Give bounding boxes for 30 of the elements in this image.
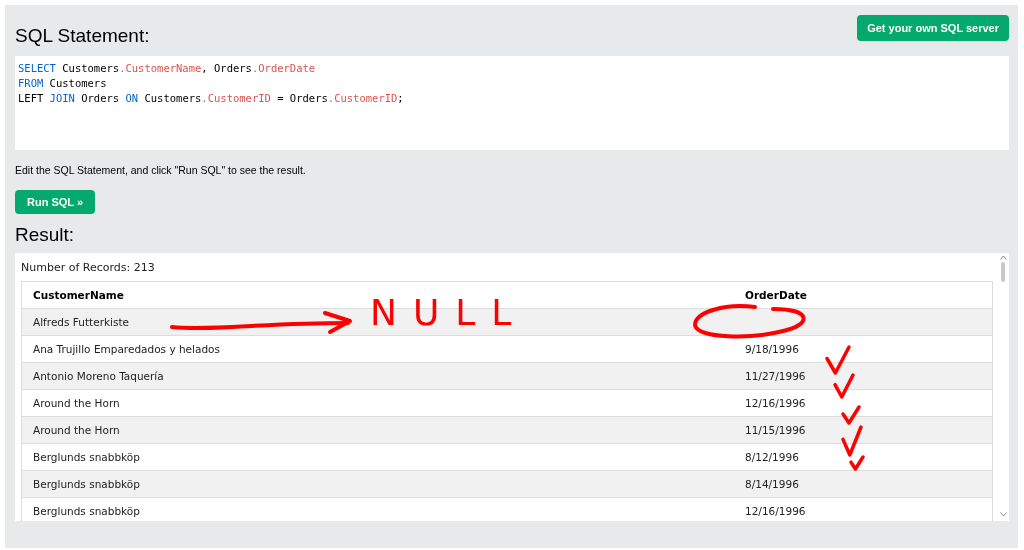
table-cell: 8/12/1996 [745, 451, 799, 463]
table-cell: 11/15/1996 [745, 424, 806, 436]
table-cell: Berglunds snabbköp [33, 505, 140, 517]
check-mark-icon [825, 345, 851, 375]
table-cell: Berglunds snabbköp [33, 451, 140, 463]
scroll-up-icon[interactable] [999, 255, 1007, 260]
record-count: Number of Records: 213 [21, 261, 156, 274]
instruction-text: Edit the SQL Statement, and click "Run SQL" to see the result. [15, 164, 307, 176]
run-sql-button[interactable]: Run SQL » [15, 190, 96, 214]
scroll-down-icon[interactable] [999, 512, 1007, 517]
code-line: FROM Customers [18, 76, 108, 91]
table-cell: 8/14/1996 [745, 478, 799, 490]
table-cell: 11/27/1996 [745, 370, 806, 382]
get-sql-server-button[interactable]: Get your own SQL server [857, 15, 1009, 41]
table-cell: 12/16/1996 [745, 397, 806, 409]
check-mark-icon [833, 373, 855, 399]
table-cell: Ana Trujillo Emparedados y helados [33, 343, 220, 355]
table-cell: Around the Horn [33, 397, 120, 409]
table-cell: Antonio Moreno Taquería [33, 370, 164, 382]
table-cell: 9/18/1996 [745, 343, 799, 355]
section-heading: SQL Statement: [15, 25, 150, 47]
column-header: OrderDate [734, 281, 993, 309]
code-line: LEFT JOIN Orders ON Customers.CustomerID = Orders.CustomerID; [18, 91, 405, 106]
table-cell: Around the Horn [33, 424, 120, 436]
table-cell: 12/16/1996 [745, 505, 806, 517]
table-cell: Alfreds Futterkiste [33, 316, 129, 328]
section-heading: Result: [15, 224, 76, 246]
sql-editor[interactable]: SELECT Customers.CustomerName, Orders.OrderDate FROM Customers LEFT JOIN Orders ON Customers.CustomerID = Orders.CustomerID; [15, 56, 1009, 150]
table-cell: Berglunds snabbköp [33, 478, 140, 490]
code-line: SELECT Customers.CustomerName, Orders.OrderDate [18, 61, 317, 76]
